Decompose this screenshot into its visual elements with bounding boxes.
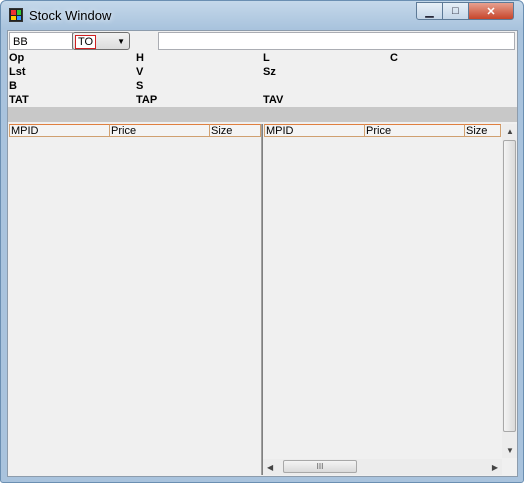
label-tap: TAP: [136, 94, 158, 106]
label-volume: V: [136, 66, 144, 78]
vertical-scrollbar[interactable]: ▲ ▼: [502, 124, 517, 458]
chevron-down-icon: ▼: [117, 37, 125, 46]
close-button[interactable]: ✕: [468, 2, 514, 20]
scroll-right-icon[interactable]: ▶: [492, 463, 498, 472]
label-close: C: [390, 52, 398, 64]
maximize-button[interactable]: □: [442, 2, 469, 20]
status-bar: [8, 107, 517, 122]
stock-window: Stock Window ▁ □ ✕ BB TO ▼ Op H L C Lst …: [0, 0, 524, 483]
bid-col-size[interactable]: Size: [209, 124, 261, 137]
horizontal-scrollbar[interactable]: ◀ III ▶: [263, 459, 502, 475]
minimize-button[interactable]: ▁: [416, 2, 443, 20]
title-bar[interactable]: Stock Window ▁ □ ✕: [1, 1, 523, 30]
label-sell: S: [136, 80, 144, 92]
message-input[interactable]: [158, 32, 515, 50]
label-low: L: [263, 52, 270, 64]
exchange-select[interactable]: TO ▼: [72, 32, 130, 50]
scroll-left-icon[interactable]: ◀: [267, 463, 273, 472]
label-tav: TAV: [263, 94, 284, 106]
label-bid: B: [9, 80, 17, 92]
label-last: Lst: [9, 66, 26, 78]
ask-col-price[interactable]: Price: [364, 124, 465, 137]
ask-col-size[interactable]: Size: [464, 124, 501, 137]
ask-col-mpid[interactable]: MPID: [264, 124, 365, 137]
label-size: Sz: [263, 66, 276, 78]
app-icon: [9, 8, 23, 22]
label-tat: TAT: [9, 94, 29, 106]
exchange-value: TO: [75, 35, 97, 49]
window-title: Stock Window: [29, 8, 112, 23]
label-high: H: [136, 52, 144, 64]
label-open: Op: [9, 52, 25, 64]
bid-col-mpid[interactable]: MPID: [9, 124, 110, 137]
scroll-up-icon[interactable]: ▲: [506, 127, 514, 136]
horizontal-scroll-thumb[interactable]: III: [283, 460, 357, 473]
symbol-input[interactable]: BB: [9, 32, 73, 50]
client-area: BB TO ▼ Op H L C Lst V Sz B S TAT TAP TA…: [7, 30, 518, 477]
scroll-down-icon[interactable]: ▼: [506, 446, 514, 455]
bid-col-price[interactable]: Price: [109, 124, 210, 137]
ask-panel: MPID Price Size ▲ ▼ ◀ III ▶: [262, 124, 517, 475]
vertical-scroll-thumb[interactable]: [503, 140, 516, 432]
bid-panel: MPID Price Size: [8, 124, 262, 475]
